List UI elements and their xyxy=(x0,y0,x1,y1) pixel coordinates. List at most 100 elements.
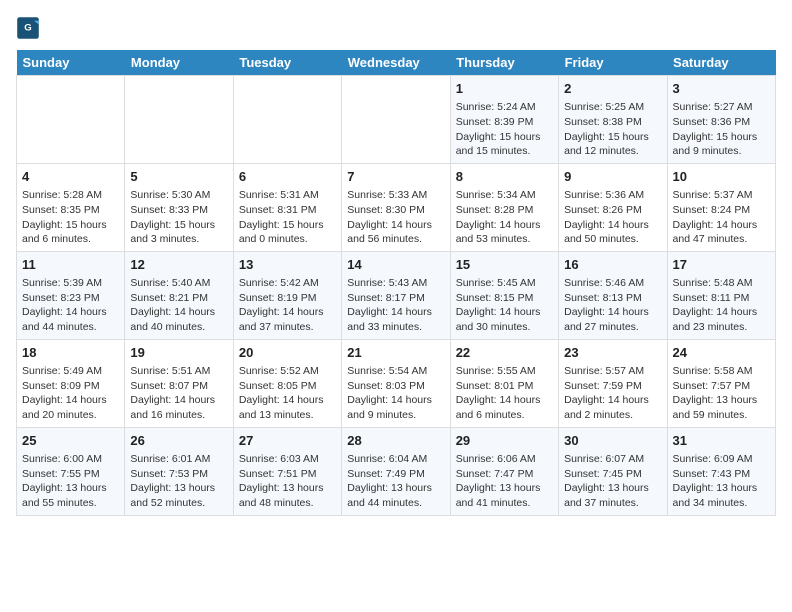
day-info: Sunrise: 5:40 AM Sunset: 8:21 PM Dayligh… xyxy=(130,276,227,335)
day-number: 22 xyxy=(456,344,553,362)
day-number: 17 xyxy=(673,256,770,274)
calendar-cell: 15Sunrise: 5:45 AM Sunset: 8:15 PM Dayli… xyxy=(450,251,558,339)
calendar-cell: 30 Sunrise: 6:07 AM Sunset: 7:45 PM Dayli… xyxy=(559,427,667,515)
day-number: 29 xyxy=(456,432,553,450)
day-number: 31 xyxy=(673,432,770,450)
day-number: 23 xyxy=(564,344,661,362)
day-number: 14 xyxy=(347,256,444,274)
calendar-cell: 8 Sunrise: 5:34 AM Sunset: 8:28 PM Daylig… xyxy=(450,163,558,251)
calendar-cell: 28 Sunrise: 6:04 AM Sunset: 7:49 PM Dayli… xyxy=(342,427,450,515)
day-info: Sunrise: 6:09 AM Sunset: 7:43 PM Dayligh… xyxy=(673,452,770,511)
day-number: 5 xyxy=(130,168,227,186)
day-info: Sunrise: 5:57 AM Sunset: 7:59 PM Dayligh… xyxy=(564,364,661,423)
day-number: 20 xyxy=(239,344,336,362)
calendar-cell xyxy=(17,76,125,164)
logo: G xyxy=(16,16,42,40)
header-saturday: Saturday xyxy=(667,50,775,76)
day-number: 24 xyxy=(673,344,770,362)
calendar-cell: 16 Sunrise: 5:46 AM Sunset: 8:13 PM Dayli… xyxy=(559,251,667,339)
day-info: Sunrise: 5:46 AM Sunset: 8:13 PM Dayligh… xyxy=(564,276,661,335)
day-number: 27 xyxy=(239,432,336,450)
day-info: Sunrise: 5:34 AM Sunset: 8:28 PM Dayligh… xyxy=(456,188,553,247)
day-number: 10 xyxy=(673,168,770,186)
day-info: Sunrise: 5:43 AM Sunset: 8:17 PM Dayligh… xyxy=(347,276,444,335)
calendar-cell: 2 Sunrise: 5:25 AM Sunset: 8:38 PM Daylig… xyxy=(559,76,667,164)
day-info: Sunrise: 6:06 AM Sunset: 7:47 PM Dayligh… xyxy=(456,452,553,511)
calendar-cell: 18 Sunrise: 5:49 AM Sunset: 8:09 PM Dayli… xyxy=(17,339,125,427)
day-number: 9 xyxy=(564,168,661,186)
calendar-cell: 24 Sunrise: 5:58 AM Sunset: 7:57 PM Dayli… xyxy=(667,339,775,427)
calendar-cell: 9Sunrise: 5:36 AM Sunset: 8:26 PM Daylig… xyxy=(559,163,667,251)
day-info: Sunrise: 5:39 AM Sunset: 8:23 PM Dayligh… xyxy=(22,276,119,335)
calendar-cell xyxy=(125,76,233,164)
day-info: Sunrise: 6:03 AM Sunset: 7:51 PM Dayligh… xyxy=(239,452,336,511)
calendar-week-row: 18 Sunrise: 5:49 AM Sunset: 8:09 PM Dayli… xyxy=(17,339,776,427)
calendar-cell: 25Sunrise: 6:00 AM Sunset: 7:55 PM Dayli… xyxy=(17,427,125,515)
day-number: 15 xyxy=(456,256,553,274)
day-info: Sunrise: 5:25 AM Sunset: 8:38 PM Dayligh… xyxy=(564,100,661,159)
day-number: 16 xyxy=(564,256,661,274)
day-number: 4 xyxy=(22,168,119,186)
header-sunday: Sunday xyxy=(17,50,125,76)
day-info: Sunrise: 6:07 AM Sunset: 7:45 PM Dayligh… xyxy=(564,452,661,511)
day-number: 21 xyxy=(347,344,444,362)
day-info: Sunrise: 5:48 AM Sunset: 8:11 PM Dayligh… xyxy=(673,276,770,335)
day-number: 25 xyxy=(22,432,119,450)
calendar-week-row: 1Sunrise: 5:24 AM Sunset: 8:39 PM Daylig… xyxy=(17,76,776,164)
calendar-cell: 1Sunrise: 5:24 AM Sunset: 8:39 PM Daylig… xyxy=(450,76,558,164)
calendar-cell xyxy=(233,76,341,164)
day-number: 12 xyxy=(130,256,227,274)
calendar-cell: 5 Sunrise: 5:30 AM Sunset: 8:33 PM Daylig… xyxy=(125,163,233,251)
logo-icon: G xyxy=(16,16,40,40)
calendar-cell xyxy=(342,76,450,164)
calendar-header-row: SundayMondayTuesdayWednesdayThursdayFrid… xyxy=(17,50,776,76)
day-info: Sunrise: 5:28 AM Sunset: 8:35 PM Dayligh… xyxy=(22,188,119,247)
header-tuesday: Tuesday xyxy=(233,50,341,76)
day-info: Sunrise: 5:27 AM Sunset: 8:36 PM Dayligh… xyxy=(673,100,770,159)
day-number: 8 xyxy=(456,168,553,186)
day-number: 18 xyxy=(22,344,119,362)
calendar-cell: 3 Sunrise: 5:27 AM Sunset: 8:36 PM Daylig… xyxy=(667,76,775,164)
day-info: Sunrise: 5:55 AM Sunset: 8:01 PM Dayligh… xyxy=(456,364,553,423)
day-info: Sunrise: 5:58 AM Sunset: 7:57 PM Dayligh… xyxy=(673,364,770,423)
day-info: Sunrise: 5:49 AM Sunset: 8:09 PM Dayligh… xyxy=(22,364,119,423)
calendar-cell: 13Sunrise: 5:42 AM Sunset: 8:19 PM Dayli… xyxy=(233,251,341,339)
day-info: Sunrise: 5:31 AM Sunset: 8:31 PM Dayligh… xyxy=(239,188,336,247)
day-number: 2 xyxy=(564,80,661,98)
day-info: Sunrise: 5:33 AM Sunset: 8:30 PM Dayligh… xyxy=(347,188,444,247)
calendar-cell: 14 Sunrise: 5:43 AM Sunset: 8:17 PM Dayli… xyxy=(342,251,450,339)
header-friday: Friday xyxy=(559,50,667,76)
calendar-cell: 20 Sunrise: 5:52 AM Sunset: 8:05 PM Dayli… xyxy=(233,339,341,427)
calendar-cell: 31 Sunrise: 6:09 AM Sunset: 7:43 PM Dayli… xyxy=(667,427,775,515)
day-number: 26 xyxy=(130,432,227,450)
day-number: 3 xyxy=(673,80,770,98)
calendar-cell: 10 Sunrise: 5:37 AM Sunset: 8:24 PM Dayli… xyxy=(667,163,775,251)
calendar-week-row: 4 Sunrise: 5:28 AM Sunset: 8:35 PM Daylig… xyxy=(17,163,776,251)
day-info: Sunrise: 6:04 AM Sunset: 7:49 PM Dayligh… xyxy=(347,452,444,511)
calendar-cell: 29 Sunrise: 6:06 AM Sunset: 7:47 PM Dayli… xyxy=(450,427,558,515)
day-number: 6 xyxy=(239,168,336,186)
calendar-cell: 21Sunrise: 5:54 AM Sunset: 8:03 PM Dayli… xyxy=(342,339,450,427)
calendar-cell: 12 Sunrise: 5:40 AM Sunset: 8:21 PM Dayli… xyxy=(125,251,233,339)
day-number: 7 xyxy=(347,168,444,186)
header-monday: Monday xyxy=(125,50,233,76)
calendar-cell: 19Sunrise: 5:51 AM Sunset: 8:07 PM Dayli… xyxy=(125,339,233,427)
day-number: 11 xyxy=(22,256,119,274)
calendar-cell: 6 Sunrise: 5:31 AM Sunset: 8:31 PM Daylig… xyxy=(233,163,341,251)
calendar-cell: 7 Sunrise: 5:33 AM Sunset: 8:30 PM Daylig… xyxy=(342,163,450,251)
calendar-cell: 22 Sunrise: 5:55 AM Sunset: 8:01 PM Dayli… xyxy=(450,339,558,427)
calendar-cell: 27 Sunrise: 6:03 AM Sunset: 7:51 PM Dayli… xyxy=(233,427,341,515)
day-info: Sunrise: 5:52 AM Sunset: 8:05 PM Dayligh… xyxy=(239,364,336,423)
day-info: Sunrise: 5:24 AM Sunset: 8:39 PM Dayligh… xyxy=(456,100,553,159)
day-number: 28 xyxy=(347,432,444,450)
calendar-week-row: 25Sunrise: 6:00 AM Sunset: 7:55 PM Dayli… xyxy=(17,427,776,515)
day-info: Sunrise: 5:30 AM Sunset: 8:33 PM Dayligh… xyxy=(130,188,227,247)
calendar-week-row: 11 Sunrise: 5:39 AM Sunset: 8:23 PM Dayli… xyxy=(17,251,776,339)
calendar-table: SundayMondayTuesdayWednesdayThursdayFrid… xyxy=(16,50,776,516)
svg-text:G: G xyxy=(24,22,31,33)
day-number: 19 xyxy=(130,344,227,362)
header-wednesday: Wednesday xyxy=(342,50,450,76)
calendar-cell: 11 Sunrise: 5:39 AM Sunset: 8:23 PM Dayli… xyxy=(17,251,125,339)
day-number: 30 xyxy=(564,432,661,450)
day-info: Sunrise: 5:37 AM Sunset: 8:24 PM Dayligh… xyxy=(673,188,770,247)
